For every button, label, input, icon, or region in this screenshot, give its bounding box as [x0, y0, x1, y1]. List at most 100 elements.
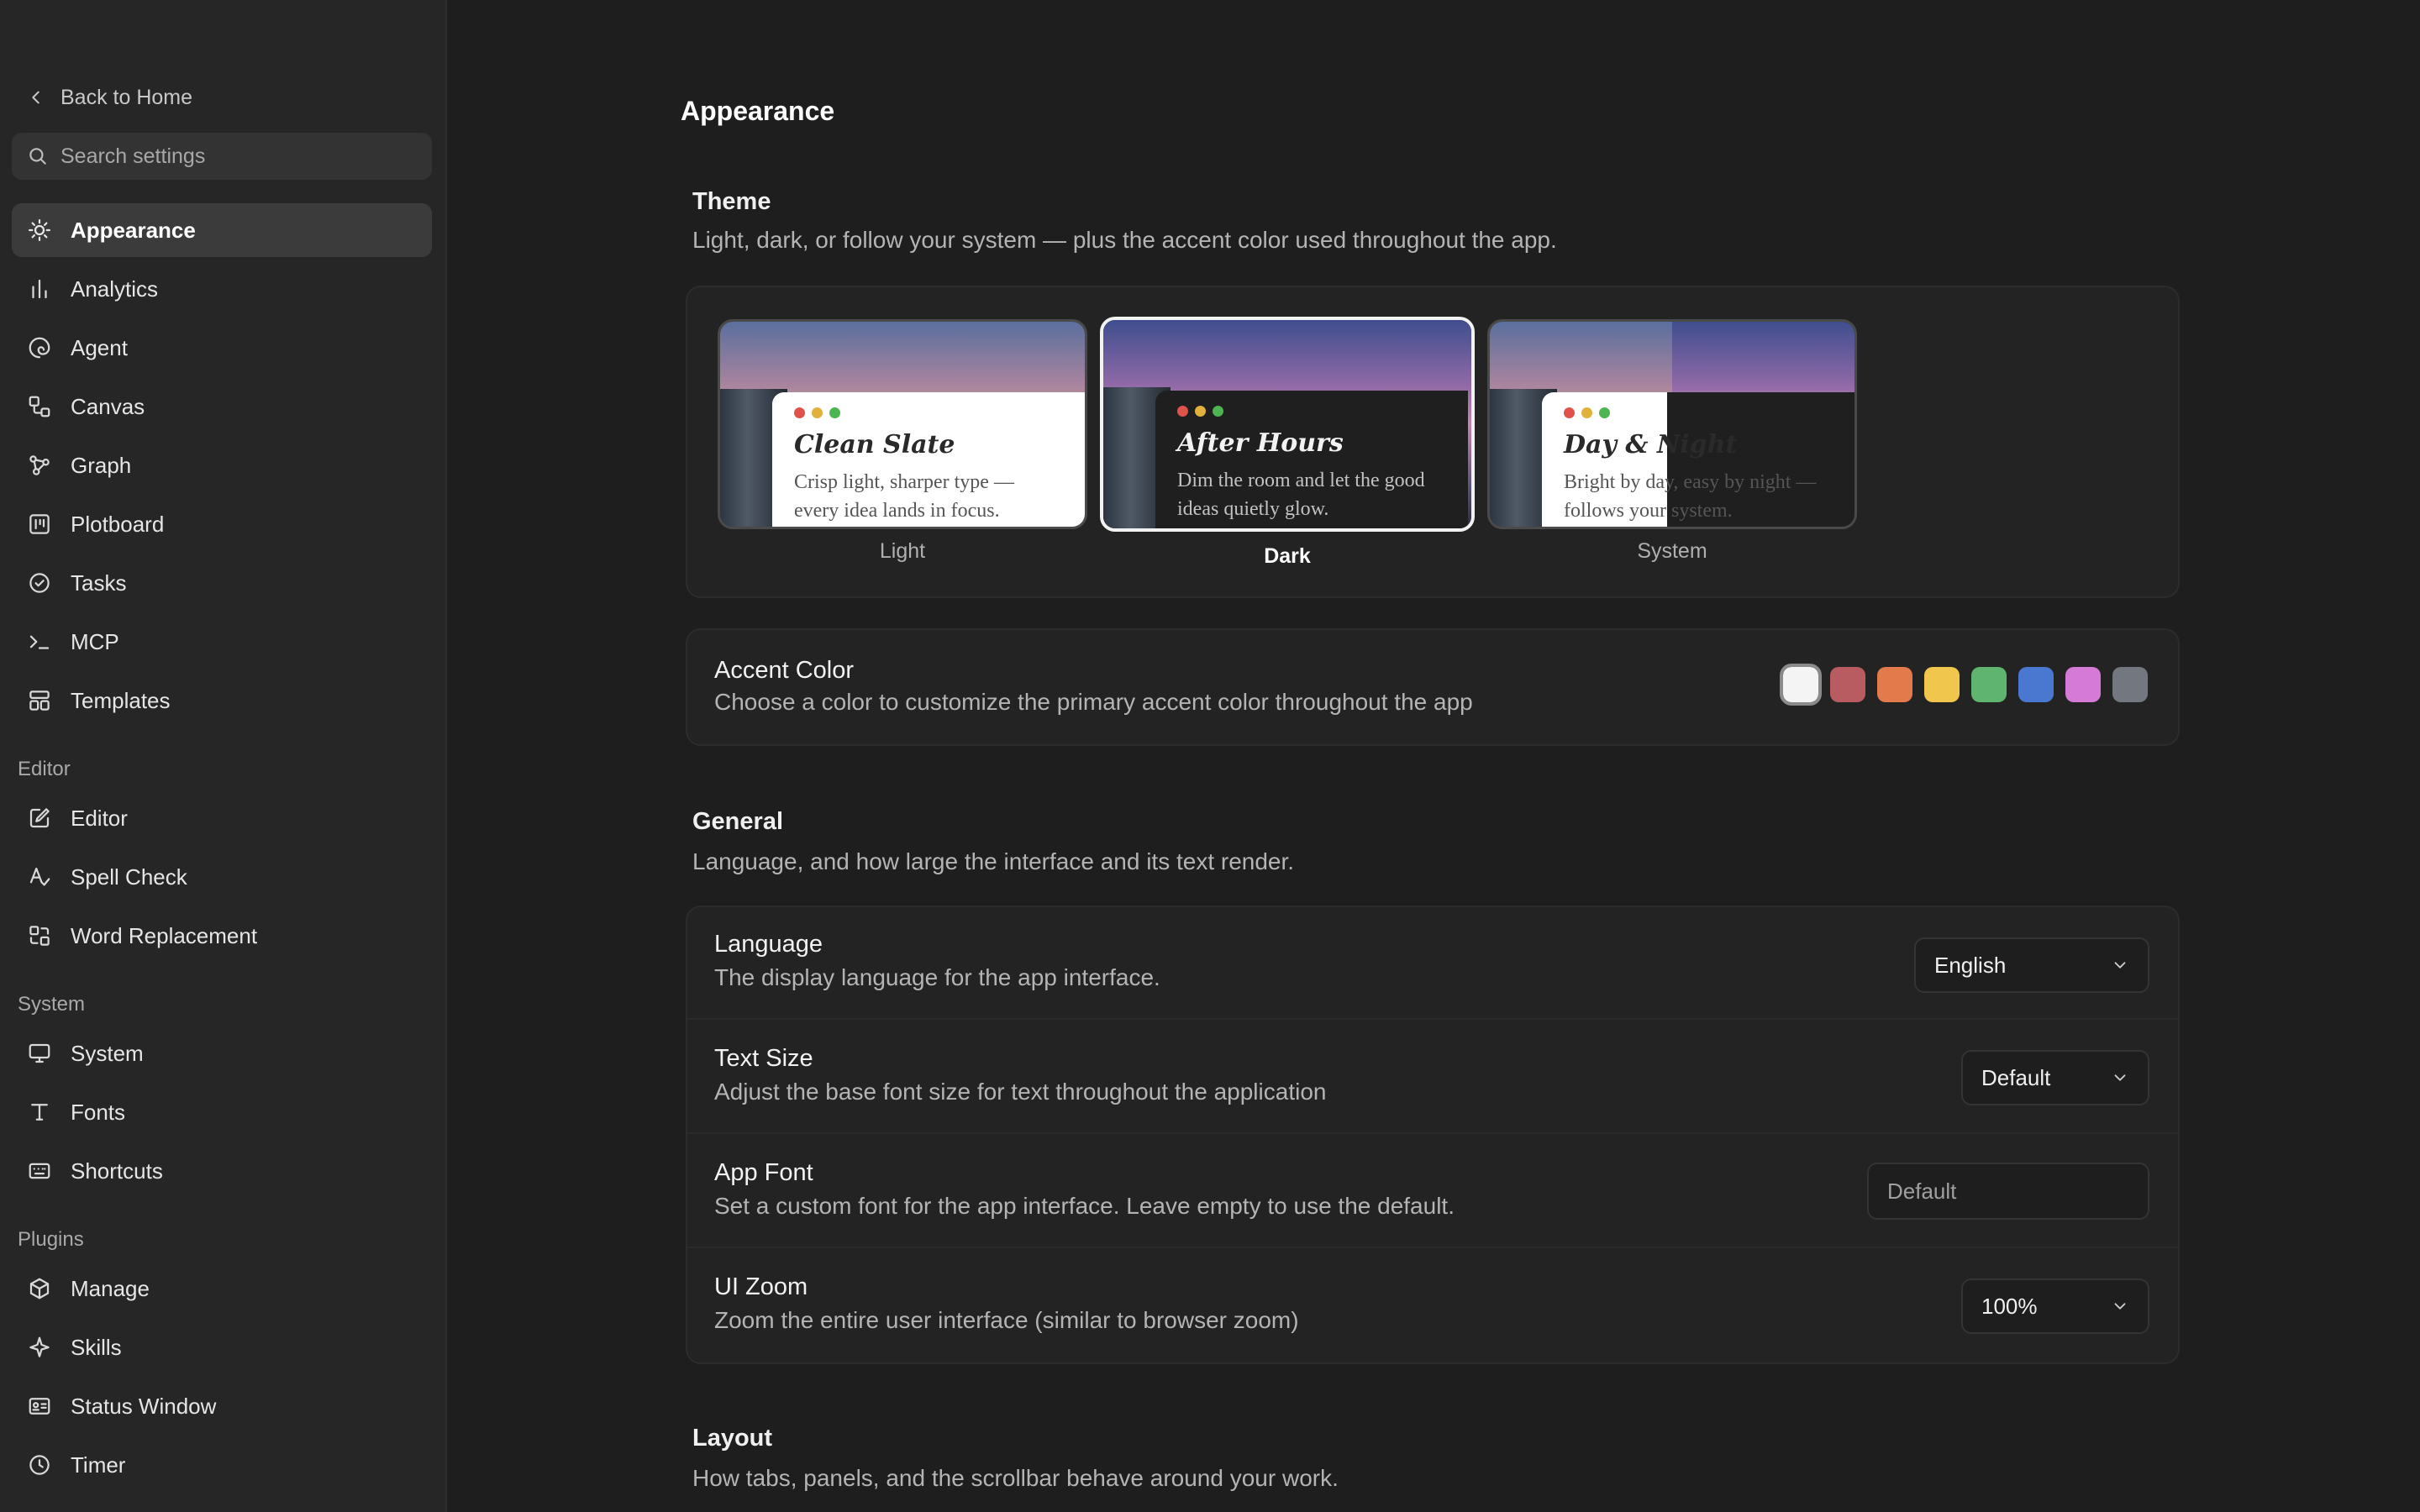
sidebar-item-shortcuts[interactable]: Shortcuts: [12, 1144, 432, 1198]
ui-zoom-select[interactable]: 100%: [1961, 1278, 2149, 1334]
keyboard-icon: [29, 1163, 50, 1179]
sidebar-item-timer[interactable]: Timer: [12, 1438, 432, 1492]
section-label-system: System: [18, 993, 86, 1016]
theme-tagline: Bright by day, easy by night — follows y…: [1564, 471, 1817, 522]
package-icon: [29, 1278, 50, 1299]
accent-swatch-orange[interactable]: [1877, 667, 1912, 702]
sidebar-item-label: Shortcuts: [71, 1158, 163, 1184]
section-label-plugins: Plugins: [18, 1228, 84, 1251]
sidebar-item-label: Manage: [71, 1275, 150, 1301]
sidebar-item-label: Agent: [71, 334, 128, 360]
sidebar-item-editor[interactable]: Editor: [12, 791, 432, 845]
accent-swatch-pink[interactable]: [2065, 667, 2101, 702]
sun-icon: [29, 219, 50, 241]
theme-option-system[interactable]: Day & Night Bright by day, easy by night…: [1487, 319, 1857, 564]
accent-swatch-red[interactable]: [1830, 667, 1865, 702]
sidebar-item-tasks[interactable]: Tasks: [12, 556, 432, 610]
accent-swatch-blue[interactable]: [2018, 667, 2054, 702]
settings-main: Appearance Theme Light, dark, or follow …: [449, 0, 2420, 1512]
accent-color-card: Accent Color Choose a color to customize…: [686, 628, 2180, 746]
sidebar-item-label: Spell Check: [71, 864, 187, 890]
ui-zoom-title: UI Zoom: [714, 1273, 808, 1300]
accent-color-title: Accent Color: [714, 657, 855, 684]
sidebar-item-graph[interactable]: Graph: [12, 438, 432, 492]
sidebar-item-canvas[interactable]: Canvas: [12, 380, 432, 433]
sidebar-item-manage[interactable]: Manage: [12, 1262, 432, 1315]
ui-zoom-value: 100%: [1981, 1293, 2038, 1319]
general-section-title: General: [692, 808, 783, 835]
general-card: Language The display language for the ap…: [686, 906, 2180, 1364]
theme-option-light[interactable]: Clean Slate Crisp light, sharper type — …: [718, 319, 1087, 564]
sidebar-item-skills[interactable]: Skills: [12, 1320, 432, 1374]
graph-nodes-icon: [29, 455, 50, 475]
monitor-icon: [29, 1043, 50, 1063]
theme-name: Day & Night: [1564, 430, 1738, 459]
check-circle-icon: [29, 573, 50, 593]
sidebar-item-word-replacement[interactable]: Word Replacement: [12, 909, 432, 963]
sidebar-item-agent[interactable]: Agent: [12, 321, 432, 375]
theme-option-dark[interactable]: After Hours Dim the room and let the goo…: [1100, 317, 1475, 569]
language-value: English: [1934, 952, 2007, 978]
accent-swatch-white[interactable]: [1780, 664, 1822, 706]
sidebar-item-label: Timer: [71, 1452, 126, 1478]
replace-icon: [29, 926, 50, 946]
sidebar-item-fonts[interactable]: Fonts: [12, 1085, 432, 1139]
chevron-left-icon: [32, 91, 39, 104]
settings-sidebar: Back to Home Appearance Analytics Agent …: [0, 0, 447, 1512]
sidebar-item-label: Graph: [71, 452, 132, 478]
section-label-editor: Editor: [18, 758, 71, 780]
theme-label-light: Light: [879, 539, 926, 563]
bar-chart-icon: [32, 279, 47, 299]
sidebar-item-appearance[interactable]: Appearance: [12, 203, 432, 257]
spiral-icon: [29, 337, 50, 359]
sidebar-item-label: Skills: [71, 1334, 122, 1360]
accent-swatches: [1780, 664, 2148, 706]
sparkle-icon: [29, 1336, 50, 1357]
canvas-shapes-icon: [29, 396, 50, 417]
chevron-down-icon: [2114, 1074, 2126, 1081]
general-section-description: Language, and how large the interface an…: [692, 848, 1295, 874]
language-row: Language The display language for the ap…: [687, 907, 2178, 1020]
spell-check-icon: [29, 867, 50, 886]
sidebar-item-analytics[interactable]: Analytics: [12, 262, 432, 316]
sidebar-item-label: Appearance: [71, 217, 196, 243]
accent-swatch-yellow[interactable]: [1924, 667, 1960, 702]
theme-label-system: System: [1637, 539, 1707, 563]
sidebar-item-label: Canvas: [71, 393, 145, 419]
back-to-home-label: Back to Home: [60, 85, 193, 109]
text-size-value: Default: [1981, 1064, 2051, 1090]
sidebar-item-status-window[interactable]: Status Window: [12, 1379, 432, 1433]
app-font-description: Set a custom font for the app interface.…: [714, 1193, 1455, 1219]
sidebar-item-label: MCP: [71, 628, 119, 654]
app-font-input[interactable]: [1867, 1163, 2149, 1220]
language-description: The display language for the app interfa…: [714, 964, 1160, 990]
accent-swatch-gray[interactable]: [2112, 667, 2148, 702]
sidebar-item-label: Analytics: [71, 276, 159, 302]
ui-zoom-description: Zoom the entire user interface (similar …: [714, 1307, 1299, 1333]
sidebar-item-mcp[interactable]: MCP: [12, 615, 432, 669]
theme-name: After Hours: [1177, 428, 1344, 458]
theme-tagline: Dim the room and let the good ideas quie…: [1177, 470, 1425, 520]
text-size-select[interactable]: Default: [1961, 1050, 2149, 1105]
sidebar-item-label: Word Replacement: [71, 922, 258, 948]
text-size-row: Text Size Adjust the base font size for …: [687, 1021, 2178, 1134]
sidebar-item-label: Templates: [71, 687, 171, 713]
theme-card: Clean Slate Crisp light, sharper type — …: [686, 286, 2180, 598]
back-to-home-link[interactable]: Back to Home: [27, 81, 192, 114]
sidebar-item-plotboard[interactable]: Plotboard: [12, 497, 432, 551]
app-font-row: App Font Set a custom font for the app i…: [687, 1136, 2178, 1248]
sidebar-item-templates[interactable]: Templates: [12, 674, 432, 727]
search-settings-input[interactable]: [60, 144, 422, 169]
sidebar-item-spell-check[interactable]: Spell Check: [12, 850, 432, 904]
language-select[interactable]: English: [1914, 937, 2149, 993]
sidebar-item-system[interactable]: System: [12, 1026, 432, 1080]
accent-swatch-green[interactable]: [1971, 667, 2007, 702]
sidebar-item-label: Fonts: [71, 1099, 126, 1125]
sidebar-item-label: Status Window: [71, 1393, 217, 1419]
layout-section-description: How tabs, panels, and the scrollbar beha…: [692, 1465, 1339, 1491]
terminal-icon: [29, 635, 50, 649]
search-icon: [29, 148, 46, 165]
theme-section-description: Light, dark, or follow your system — plu…: [692, 227, 1557, 253]
search-settings-box[interactable]: [12, 133, 432, 180]
language-title: Language: [714, 931, 823, 958]
